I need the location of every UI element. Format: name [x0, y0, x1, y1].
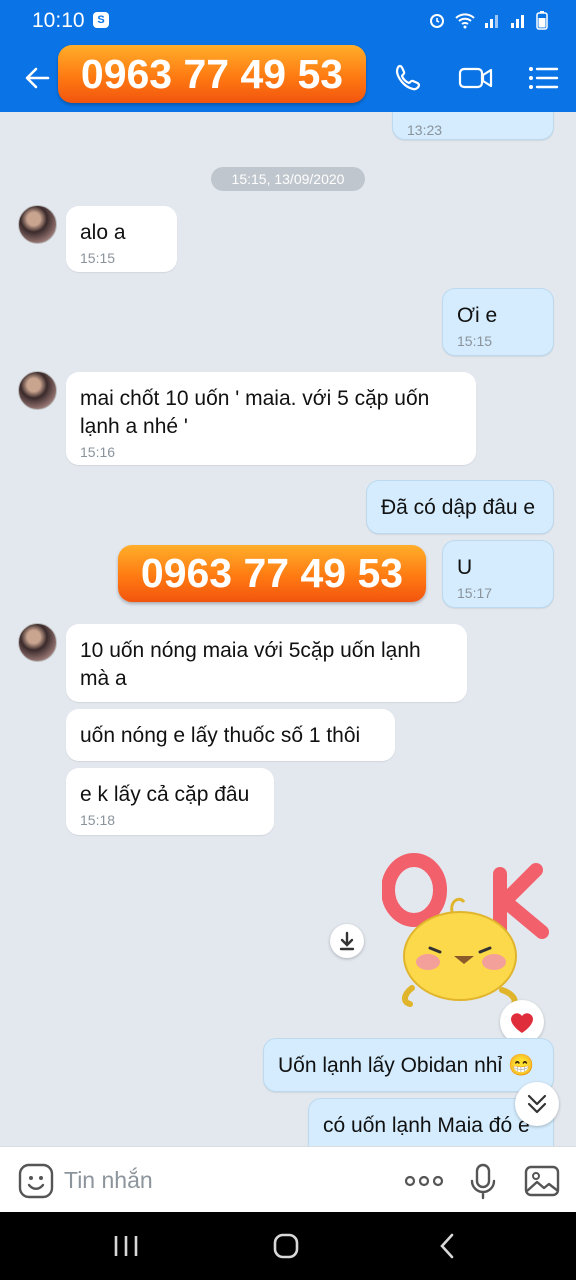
battery-icon — [536, 11, 548, 30]
phone-icon — [395, 64, 421, 91]
back-nav-button[interactable] — [428, 1226, 468, 1266]
recent-apps-button[interactable] — [106, 1226, 146, 1266]
phone-number-banner: 0963 77 49 53 — [58, 45, 366, 103]
message-text: e k lấy cả cặp đâu — [80, 783, 250, 806]
list-icon — [529, 67, 559, 89]
message-time: 15:16 — [80, 444, 116, 460]
call-button[interactable] — [390, 60, 430, 96]
notification-badge: S — [93, 12, 109, 28]
message-bubble[interactable]: e k lấy cả cặp đâu 15:18 — [66, 768, 274, 835]
sticker-button[interactable] — [16, 1161, 56, 1201]
more-dots-icon — [404, 1175, 444, 1187]
message-input[interactable] — [64, 1165, 364, 1195]
message-bubble[interactable]: uốn nóng e lấy thuốc số 1 thôi — [66, 709, 395, 761]
recent-apps-icon — [114, 1236, 138, 1256]
message-time: 15:17 — [457, 585, 493, 601]
message-bubble[interactable]: Ơi e 15:15 — [442, 288, 554, 356]
chat-area[interactable]: 13:23 15:15, 13/09/2020 alo a 15:15 Ơi e… — [0, 112, 576, 1146]
arrow-left-icon — [25, 67, 50, 89]
microphone-icon — [470, 1163, 496, 1200]
scroll-to-bottom-button[interactable] — [515, 1082, 559, 1126]
voice-button[interactable] — [463, 1161, 503, 1201]
download-button[interactable] — [330, 924, 364, 958]
signal-icon-2 — [511, 15, 524, 28]
status-bar: 10:10 S — [0, 0, 576, 40]
wifi-icon — [455, 13, 475, 29]
message-text: uốn nóng e lấy thuốc số 1 thôi — [80, 724, 361, 747]
download-icon — [339, 931, 355, 951]
message-text: Đã có dập đâu e — [381, 496, 536, 519]
image-icon — [524, 1165, 560, 1197]
message-text: 10 uốn nóng maia với 5cặp uốn lạnh mà a — [80, 639, 421, 690]
status-time: 10:10 — [32, 9, 85, 32]
message-text: mai chốt 10 uốn ' maia. với 5 cặp uốn lạ… — [80, 387, 430, 438]
message-bubble[interactable]: 10 uốn nóng maia với 5cặp uốn lạnh mà a — [66, 624, 467, 702]
back-button[interactable] — [18, 58, 58, 98]
message-text: U — [457, 556, 473, 579]
message-bubble[interactable]: Đã có dập đâu e — [366, 480, 554, 534]
video-camera-icon — [458, 67, 493, 89]
message-time: 15:15 — [80, 250, 116, 266]
avatar[interactable] — [18, 371, 57, 410]
message-text: alo a — [80, 221, 126, 244]
status-icons — [428, 10, 548, 30]
signal-icon — [485, 15, 498, 28]
message-text: Uốn lạnh lấy Obidan nhỉ 😁 — [278, 1054, 535, 1077]
gallery-button[interactable] — [522, 1161, 562, 1201]
smiley-icon — [18, 1163, 54, 1199]
avatar[interactable] — [18, 623, 57, 662]
message-bubble[interactable]: alo a 15:15 — [66, 206, 177, 272]
message-time: 15:18 — [80, 812, 116, 828]
message-bubble-partial[interactable]: 13:23 — [392, 112, 554, 140]
duck-ok-sticker-icon — [381, 853, 549, 1009]
home-button[interactable] — [266, 1226, 306, 1266]
message-text: có uốn lạnh Maia đó e — [323, 1114, 530, 1137]
double-chevron-down-icon — [527, 1094, 547, 1114]
message-bubble[interactable]: U 15:17 — [442, 540, 554, 608]
home-icon — [273, 1233, 299, 1259]
message-time: 13:23 — [407, 122, 443, 138]
message-bubble[interactable]: mai chốt 10 uốn ' maia. với 5 cặp uốn lạ… — [66, 372, 476, 465]
avatar[interactable] — [18, 205, 57, 244]
menu-button[interactable] — [523, 60, 563, 96]
message-text: Ơi e — [457, 304, 498, 327]
alarm-icon — [430, 14, 444, 28]
message-time: 15:15 — [457, 333, 493, 349]
message-input-bar — [0, 1146, 576, 1212]
video-call-button[interactable] — [456, 60, 496, 96]
message-bubble[interactable]: Uốn lạnh lấy Obidan nhỉ 😁 — [263, 1038, 554, 1092]
more-button[interactable] — [404, 1161, 444, 1201]
system-navigation-bar — [0, 1212, 576, 1280]
ok-sticker[interactable] — [381, 850, 552, 1020]
phone-number-banner-overlay: 0963 77 49 53 — [118, 545, 426, 602]
chevron-left-icon — [440, 1233, 454, 1259]
date-separator: 15:15, 13/09/2020 — [211, 167, 365, 191]
